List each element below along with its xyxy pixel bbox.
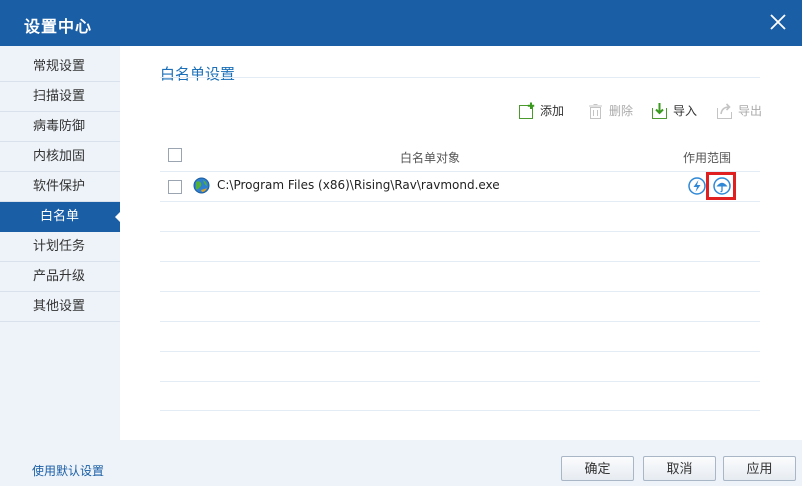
delete-label: 删除	[609, 104, 634, 118]
sidebar-item-label: 软件保护	[33, 179, 86, 194]
add-icon	[519, 102, 535, 119]
export-icon	[717, 103, 732, 119]
sidebar-item-label: 病毒防御	[33, 119, 86, 134]
row-divider	[160, 321, 760, 322]
import-icon	[652, 103, 667, 119]
footer: 使用默认设置 确定 取消 应用	[0, 440, 802, 486]
import-label: 导入	[673, 104, 698, 118]
add-label: 添加	[540, 104, 565, 118]
sidebar-item-label: 计划任务	[33, 239, 86, 254]
sidebar-item-label: 产品升级	[33, 269, 86, 284]
sidebar: 常规设置 扫描设置 病毒防御 内核加固 软件保护 白名单 计划任务 产品升级 其…	[0, 46, 121, 440]
whitelist-path: C:\Program Files (x86)\Rising\Rav\ravmon…	[217, 178, 500, 192]
title-bar: 设置中心	[0, 0, 802, 46]
sidebar-item-label: 常规设置	[33, 59, 86, 74]
row-checkbox[interactable]	[168, 180, 182, 194]
row-divider	[160, 410, 760, 411]
sidebar-item-kernel-hardening[interactable]: 内核加固	[0, 142, 120, 172]
sidebar-item-software-protection[interactable]: 软件保护	[0, 172, 120, 202]
select-all-checkbox[interactable]	[168, 148, 182, 162]
sidebar-item-label: 其他设置	[33, 299, 86, 314]
row-divider	[160, 201, 760, 202]
column-header-scope: 作用范围	[683, 151, 732, 165]
trash-icon	[589, 104, 602, 119]
sidebar-item-label: 白名单	[40, 209, 80, 224]
cancel-button[interactable]: 取消	[643, 456, 716, 481]
row-divider	[160, 231, 760, 232]
use-default-settings-link[interactable]: 使用默认设置	[32, 462, 104, 479]
table-header: 白名单对象 作用范围	[160, 142, 760, 172]
sidebar-item-label: 扫描设置	[33, 89, 86, 104]
sidebar-item-other-settings[interactable]: 其他设置	[0, 292, 120, 322]
sidebar-item-general[interactable]: 常规设置	[0, 52, 120, 82]
window-title: 设置中心	[24, 17, 93, 36]
sidebar-item-scheduled-tasks[interactable]: 计划任务	[0, 232, 120, 262]
sidebar-item-virus-defense[interactable]: 病毒防御	[0, 112, 120, 142]
main-panel: 白名单设置 添加 删除 导入 导出 白名单对象 作用范围 C:\Program …	[120, 46, 802, 440]
highlight-box	[706, 172, 736, 200]
row-divider	[160, 351, 760, 352]
column-header-object: 白名单对象	[400, 151, 461, 165]
lightning-icon[interactable]	[688, 177, 706, 195]
close-icon[interactable]	[768, 12, 788, 32]
apply-button[interactable]: 应用	[723, 456, 796, 481]
sidebar-item-scan[interactable]: 扫描设置	[0, 82, 120, 112]
row-divider	[160, 381, 760, 382]
sidebar-item-product-upgrade[interactable]: 产品升级	[0, 262, 120, 292]
section-title: 白名单设置	[160, 65, 236, 83]
globe-icon	[193, 177, 210, 194]
ok-button[interactable]: 确定	[561, 456, 634, 481]
sidebar-item-label: 内核加固	[33, 149, 86, 164]
sidebar-item-whitelist[interactable]: 白名单	[0, 202, 121, 232]
export-label: 导出	[738, 104, 763, 118]
whitelist-table: 白名单对象 作用范围 C:\Program Files (x86)\Rising…	[160, 142, 760, 411]
row-divider	[160, 291, 760, 292]
section-divider	[160, 77, 760, 78]
row-divider	[160, 261, 760, 262]
